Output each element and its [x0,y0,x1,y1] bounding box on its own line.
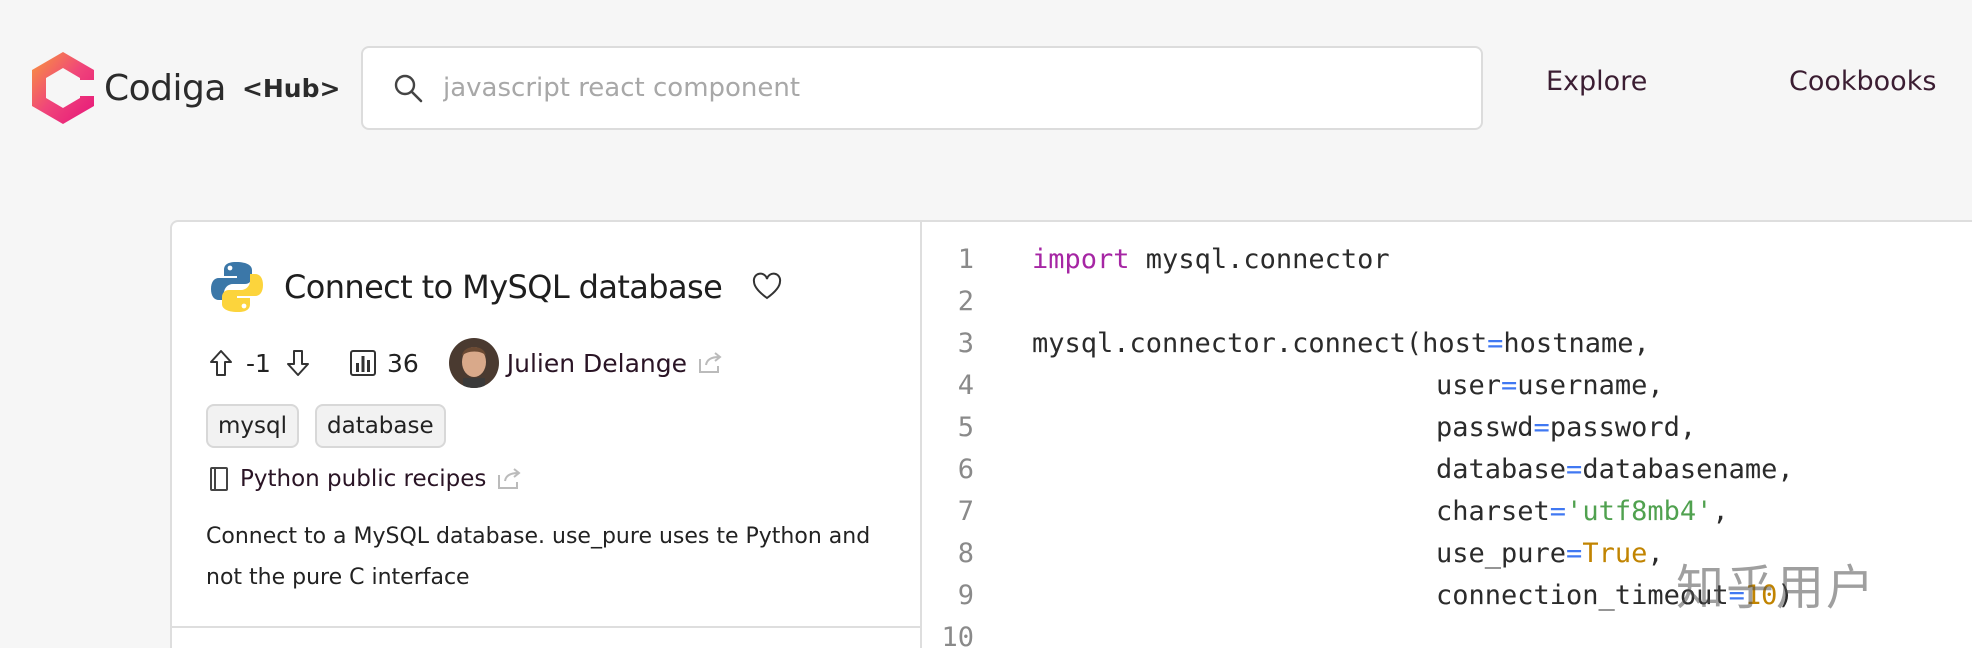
recipe-title-row: Connect to MySQL database [210,260,782,314]
code-line: 1 import mysql.connector [924,238,1390,280]
author-avatar[interactable] [448,338,499,388]
code-line: 3 mysql.connector.connect(host=hostname, [924,322,1650,364]
code-text: mysql.connector [1129,243,1390,275]
code-text: password, [1549,411,1697,443]
recipe-stats: -1 36 Julien Delange [208,338,723,388]
code-text: username, [1517,369,1664,401]
line-number: 6 [957,453,974,485]
code-panel[interactable]: 1 import mysql.connector 2 3 mysql.conne… [924,222,1972,648]
line-number: 7 [957,495,974,527]
description-line: Connect to a MySQL database. use_pure us… [206,524,871,549]
code-operator: = [1549,495,1567,527]
tag-list: mysql database [206,404,446,448]
code-line: 10 [924,616,974,648]
share-icon[interactable] [496,467,522,491]
divider [172,626,922,628]
views-count: 36 [386,348,419,378]
recipe-description: Connect to a MySQL database. use_pure us… [206,516,906,598]
code-operator: = [1487,327,1504,359]
nav-cookbooks[interactable]: Cookbooks [1789,66,1936,97]
line-number: 3 [957,327,974,359]
cookbook-link[interactable]: Python public recipes [208,466,522,492]
code-line: 9 connection_timeout=10) [924,574,1794,616]
code-line: 6 database=databasename, [924,448,1794,490]
hub-label: <Hub> [241,73,341,103]
search-icon [394,74,423,103]
code-line: 8 use_pure=True, [924,532,1664,574]
code-text: user [1436,369,1502,401]
cookbook-icon [210,467,228,491]
search-input[interactable] [443,73,1443,103]
share-icon[interactable] [697,351,723,375]
code-operator: = [1728,579,1745,611]
code-keyword: import [1032,243,1130,275]
code-line: 2 [924,280,974,322]
downvote-icon[interactable] [285,348,311,378]
code-text: database [1436,453,1567,485]
codiga-logo[interactable]: Codiga <Hub> [30,50,340,126]
code-line: 5 passwd=password, [924,406,1696,448]
line-number: 2 [957,285,974,317]
code-text: use_pure [1436,537,1567,569]
views-icon [349,350,376,376]
cookbook-name[interactable]: Python public recipes [240,466,486,492]
nav-explore[interactable]: Explore [1546,66,1647,97]
python-logo-icon [211,262,263,312]
code-line: 7 charset='utf8mb4', [924,490,1729,532]
author-name[interactable]: Julien Delange [507,349,687,378]
code-text: mysql.connector.connect(host [1032,327,1488,359]
code-operator: = [1566,537,1583,569]
code-text: connection_timeout [1436,579,1729,611]
code-line: 4 user=username, [924,364,1664,406]
code-text: databasename, [1582,453,1794,485]
vote-count: -1 [246,348,271,378]
heart-icon[interactable] [752,272,782,302]
code-operator: = [1533,411,1550,443]
code-text: , [1712,495,1729,527]
code-text: charset [1436,495,1550,527]
code-text: passwd [1436,411,1534,443]
line-number: 4 [957,369,974,401]
code-operator: = [1501,369,1518,401]
line-number: 5 [957,411,974,443]
recipe-card: Connect to MySQL database -1 36 Julien D… [170,220,1972,648]
code-constant: True [1582,537,1648,569]
line-number: 9 [957,579,974,611]
recipe-title[interactable]: Connect to MySQL database [284,268,723,306]
line-number: 8 [957,537,974,569]
code-string: 'utf8mb4' [1566,495,1713,527]
line-number: 1 [957,243,974,275]
line-number: 10 [941,621,974,648]
recipe-info-panel: Connect to MySQL database -1 36 Julien D… [172,222,922,648]
codiga-logo-icon [32,52,96,124]
search-bar[interactable] [361,46,1483,130]
code-operator: = [1566,453,1583,485]
code-number: 10 [1744,579,1778,611]
description-line: not the pure C interface [206,565,470,590]
upvote-icon[interactable] [208,348,234,378]
code-text: ) [1777,579,1794,611]
code-text: , [1647,537,1664,569]
tag-database[interactable]: database [315,404,446,448]
brand-name: Codiga [104,67,226,109]
tag-mysql[interactable]: mysql [206,404,299,448]
code-text: hostname, [1503,327,1650,359]
